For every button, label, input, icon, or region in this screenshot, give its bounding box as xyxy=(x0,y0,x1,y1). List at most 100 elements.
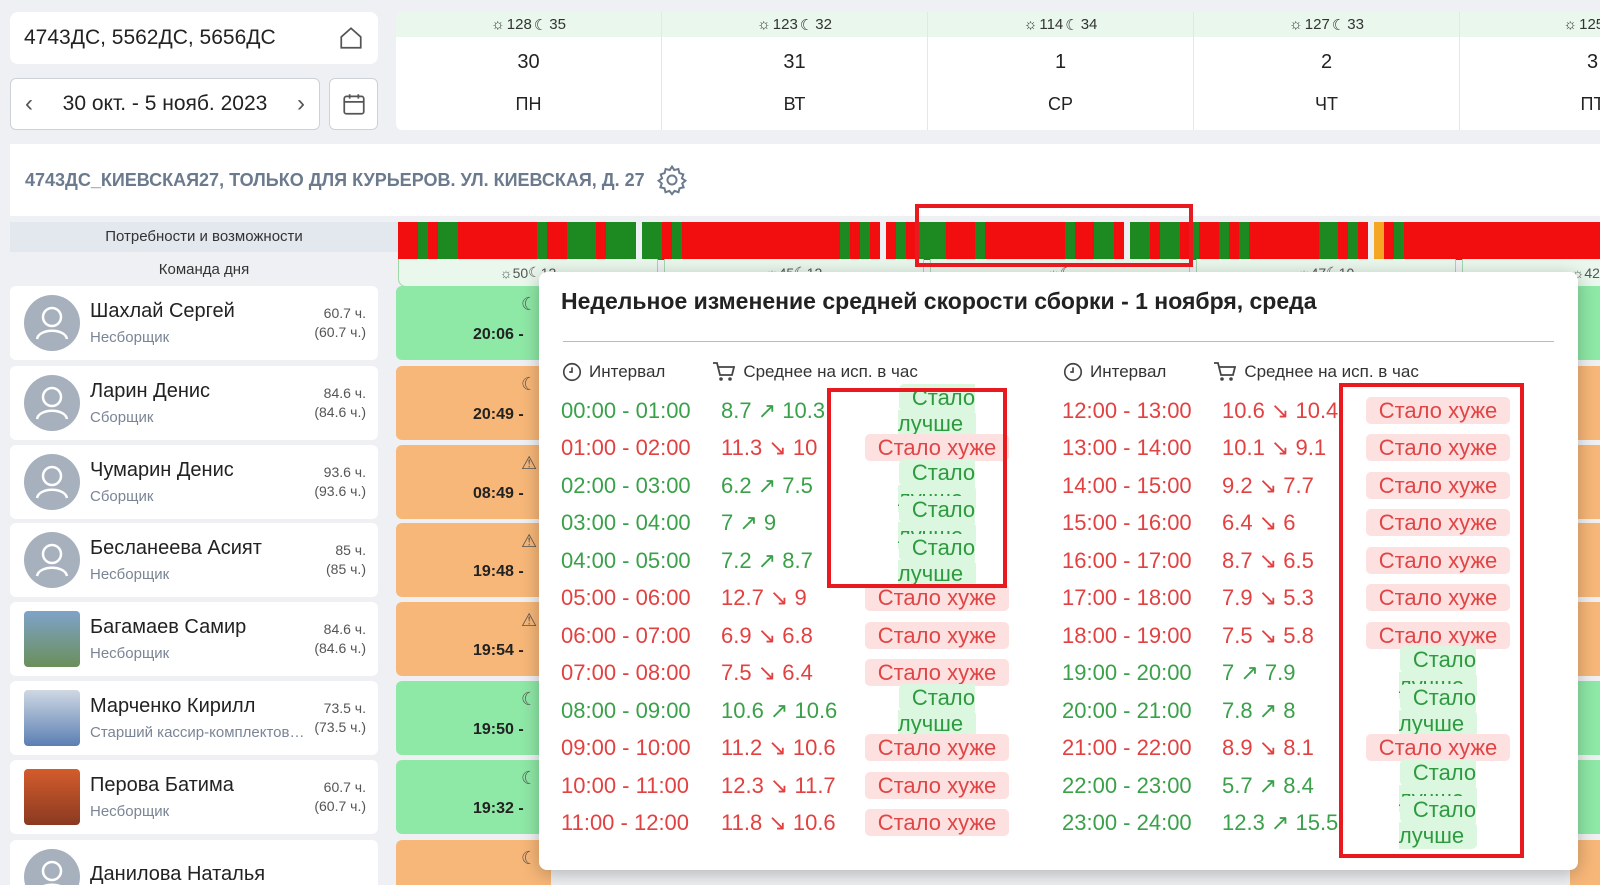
person-info: Данилова Наталья xyxy=(80,863,366,885)
heatmap-hour-cell xyxy=(1209,222,1220,260)
interval-row: 10:00 - 11:00 12.3 ↘ 11.7 Стало хуже xyxy=(561,767,1017,805)
heatmap-hour-cell xyxy=(1413,222,1424,260)
warning-icon: ⚠ xyxy=(521,531,538,551)
avatar xyxy=(24,532,80,588)
interval-time: 19:00 - 20:00 xyxy=(1062,660,1192,686)
heatmap-day[interactable] xyxy=(642,222,881,260)
shift-cell[interactable]: ⚠ 19:48 - xyxy=(396,523,551,597)
day-column[interactable]: ☼ 123 ☾ 32 31 ВТ xyxy=(662,12,928,130)
chevron-right-icon[interactable]: › xyxy=(291,90,311,118)
heatmap-hour-cell xyxy=(1383,222,1394,260)
trend-badge: Стало хуже xyxy=(1365,546,1511,574)
speed-change: 7 ↗ 7.9 xyxy=(1222,660,1296,686)
heatmap-day[interactable] xyxy=(398,222,637,260)
interval-row: 09:00 - 10:00 11.2 ↘ 10.6 Стало хуже xyxy=(561,730,1017,768)
sun-icon: ☼ xyxy=(1023,16,1038,33)
trend-badge: Стало хуже xyxy=(864,584,1010,612)
moon-count: 34 xyxy=(1080,16,1098,33)
day-column[interactable]: ☼ 114 ☾ 34 1 СР xyxy=(928,12,1194,130)
person-card[interactable]: Багамаев Самир Несборщик 84.6 ч. (84.6 ч.) xyxy=(10,602,378,676)
heatmap-hour-cell xyxy=(1094,222,1105,260)
heatmap-hour-cell xyxy=(1114,222,1125,260)
gear-icon[interactable] xyxy=(655,163,689,197)
heatmap-hour-cell xyxy=(985,222,996,260)
person-hours: 93.6 ч. (93.6 ч.) xyxy=(314,463,366,501)
interval-row: 23:00 - 24:00 12.3 ↗ 15.5 Стало лучше xyxy=(1062,796,1518,850)
heatmap-hour-cell xyxy=(427,222,438,260)
shift-time: 08:49 - xyxy=(473,485,524,502)
person-hours: 85 ч. (85 ч.) xyxy=(326,541,366,579)
avatar xyxy=(24,849,80,885)
needs-heatmap[interactable] xyxy=(398,222,1600,260)
heatmap-hour-cell xyxy=(1592,222,1600,260)
shift-cell[interactable]: ☾ xyxy=(396,840,551,885)
calendar-button[interactable] xyxy=(329,78,378,130)
day-column[interactable]: ☼ 127 ☾ 33 2 ЧТ xyxy=(1194,12,1460,130)
moon-count: 32 xyxy=(815,16,832,33)
interval-row: 15:00 - 16:00 6.4 ↘ 6 Стало хуже xyxy=(1062,505,1518,543)
day-weather: ☼ 127 ☾ 33 xyxy=(1194,12,1459,37)
hours-planned: 60.7 ч. xyxy=(323,779,366,795)
heatmap-hour-cell xyxy=(1288,222,1299,260)
heatmap-hour-cell xyxy=(1258,222,1269,260)
day-column[interactable]: ☼125☾ 3 ПТ xyxy=(1460,12,1600,130)
home-icon[interactable] xyxy=(338,25,364,51)
shift-cell[interactable]: ⚠ 08:49 - xyxy=(396,445,551,519)
moon-icon: ☾ xyxy=(521,848,538,868)
speed-change: 12.3 ↘ 11.7 xyxy=(721,772,836,798)
badge-wrap: Стало хуже xyxy=(1358,584,1518,612)
shift-cell[interactable]: ☾ 19:32 - xyxy=(396,760,551,834)
heatmap-hour-cell xyxy=(1393,222,1404,260)
sun-icon: ☼ xyxy=(757,16,771,33)
moon-icon: ☾ xyxy=(533,16,548,34)
heatmap-hour-cell xyxy=(860,222,871,260)
trend-badge: Стало хуже xyxy=(1365,734,1511,762)
store-title-bar: 4743ДС_КИЕВСКАЯ27, ТОЛЬКО ДЛЯ КУРЬЕРОВ. … xyxy=(10,144,1600,216)
person-card[interactable]: Данилова Наталья xyxy=(10,840,378,885)
person-hours: 73.5 ч. (73.5 ч.) xyxy=(314,699,366,737)
heatmap-hour-cell xyxy=(701,222,712,260)
avg-header-label: Среднее на исп. в час xyxy=(743,362,918,381)
person-card[interactable]: Марченко Кирилл Старший кассир-комплектов… xyxy=(10,681,378,755)
person-role: Сборщик xyxy=(90,488,154,505)
moon-count: 33 xyxy=(1347,16,1364,33)
shift-time: 19:54 - xyxy=(473,642,524,659)
trend-badge: Стало хуже xyxy=(864,434,1010,462)
moon-icon: ☾ xyxy=(1331,16,1346,34)
speed-change: 6.4 ↘ 6 xyxy=(1222,510,1296,536)
heatmap-day[interactable] xyxy=(1130,222,1369,260)
heatmap-hour-cell xyxy=(661,222,672,260)
person-card[interactable]: Чумарин Денис Сборщик 93.6 ч. (93.6 ч.) xyxy=(10,445,378,519)
heatmap-day[interactable] xyxy=(1374,222,1600,260)
hours-total: (73.5 ч.) xyxy=(314,719,366,735)
shift-cell[interactable]: ☾ 19:50 - xyxy=(396,681,551,755)
heatmap-hour-cell xyxy=(566,222,577,260)
heatmap-hour-cell xyxy=(1453,222,1464,260)
heatmap-day[interactable] xyxy=(886,222,1125,260)
heatmap-hour-cell xyxy=(407,222,418,260)
person-card[interactable]: Бесланеева Асият Несборщик 85 ч. (85 ч.) xyxy=(10,523,378,597)
store-selector[interactable]: 4743ДС, 5562ДС, 5656ДС xyxy=(10,12,378,64)
speed-change: 11.2 ↘ 10.6 xyxy=(721,735,836,761)
heatmap-hour-cell xyxy=(955,222,966,260)
heatmap-hour-cell xyxy=(1374,222,1384,260)
date-range-picker[interactable]: ‹ 30 окт. - 5 нояб. 2023 › xyxy=(10,78,320,130)
speed-change: 8.7 ↗ 10.3 xyxy=(721,397,826,423)
shift-cell[interactable]: ☾ 20:49 - xyxy=(396,366,551,440)
moon-icon: ☾ xyxy=(521,294,538,314)
right-interval-column: Интервал Среднее на исп. в час 12:00 - 13:… xyxy=(1062,360,1518,850)
person-hours: 60.7 ч. (60.7 ч.) xyxy=(314,304,366,342)
shift-cell[interactable]: ⚠ 19:54 - xyxy=(396,602,551,676)
interval-row: 20:00 - 21:00 7.8 ↗ 8 Стало лучше xyxy=(1062,683,1518,737)
person-card[interactable]: Ларин Денис Сборщик 84.6 ч. (84.6 ч.) xyxy=(10,366,378,440)
trend-badge: Стало лучше xyxy=(897,683,977,737)
interval-time: 20:00 - 21:00 xyxy=(1062,697,1192,723)
person-card[interactable]: Шахлай Сергей Несборщик 60.7 ч. (60.7 ч.) xyxy=(10,286,378,360)
shift-cell[interactable]: ☾ 20:06 - xyxy=(396,286,551,360)
heatmap-hour-cell xyxy=(497,222,508,260)
person-role: Несборщик xyxy=(90,645,170,662)
heatmap-hour-cell xyxy=(1308,222,1319,260)
day-column[interactable]: ☼ 128 ☾ 35 30 ПН xyxy=(396,12,662,130)
person-card[interactable]: Перова Батима Несборщик 60.7 ч. (60.7 ч.) xyxy=(10,760,378,834)
chevron-left-icon[interactable]: ‹ xyxy=(19,90,39,118)
